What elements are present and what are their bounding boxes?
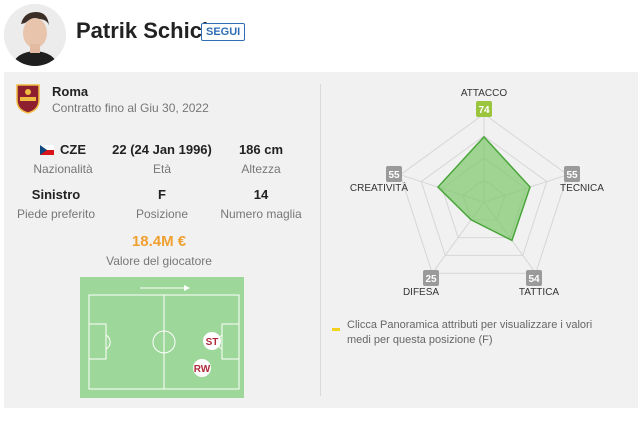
stat-nationality: CZE Nazionalità bbox=[8, 142, 118, 176]
radar-label-tecnica: TECNICA bbox=[560, 183, 604, 194]
radar-value-attacco: 74 bbox=[478, 105, 490, 116]
position-marker-rw: RW bbox=[193, 359, 211, 377]
player-name: Patrik Schick bbox=[76, 18, 215, 43]
radar-value-creativita: 55 bbox=[388, 170, 400, 181]
position-marker-st: ST bbox=[203, 332, 221, 350]
market-value-amount: 18.4M € bbox=[131, 233, 187, 250]
stat-foot: Sinistro Piede preferito bbox=[1, 187, 111, 221]
stat-position: F Posizione bbox=[107, 187, 217, 221]
height-value: 186 cm bbox=[238, 142, 284, 157]
position-label: Posizione bbox=[135, 207, 189, 221]
radar-label-difesa: DIFESA bbox=[403, 287, 439, 298]
position-pitch: ST RW bbox=[80, 277, 244, 398]
nationality-value: CZE bbox=[60, 142, 86, 157]
radar-value-tattica: 54 bbox=[528, 274, 540, 285]
player-avatar bbox=[4, 4, 66, 66]
czech-flag-icon bbox=[40, 145, 54, 155]
legend-marker bbox=[332, 328, 340, 331]
height-label: Altezza bbox=[241, 162, 281, 176]
shirt-number-label: Numero maglia bbox=[220, 207, 302, 221]
position-value: F bbox=[158, 187, 166, 202]
attributes-radar-chart: 74ATTACCO55TECNICA54TATTICA25DIFESA55CRE… bbox=[350, 88, 604, 298]
foot-value: Sinistro bbox=[31, 187, 81, 202]
age-value: 22 (24 Jan 1996) bbox=[112, 142, 212, 157]
stat-shirt-number: 14 Numero maglia bbox=[206, 187, 316, 221]
foot-label: Piede preferito bbox=[16, 207, 96, 221]
player-header: Patrik Schick SEGUI bbox=[0, 0, 638, 72]
age-label: Età bbox=[152, 162, 171, 176]
radar-label-creativita: CREATIVITÀ bbox=[350, 181, 408, 194]
position-label-st: ST bbox=[206, 337, 219, 348]
nationality-label: Nazionalità bbox=[33, 162, 93, 176]
radar-label-attacco: ATTACCO bbox=[461, 88, 508, 99]
stat-height: 186 cm Altezza bbox=[206, 142, 316, 176]
radar-value-difesa: 25 bbox=[425, 274, 437, 285]
stat-age: 22 (24 Jan 1996) Età bbox=[107, 142, 217, 176]
radar-attribute-shape bbox=[436, 135, 531, 242]
position-label-rw: RW bbox=[194, 364, 211, 375]
player-profile-panel: Roma Contratto fino al Giu 30, 2022 CZE … bbox=[4, 72, 638, 408]
club-name[interactable]: Roma bbox=[52, 84, 88, 99]
radar-value-tecnica: 55 bbox=[566, 170, 578, 181]
legend-text: Clicca Panoramica attributi per visualiz… bbox=[347, 319, 593, 346]
market-value-label: Valore del giocatore bbox=[106, 254, 212, 268]
nationality-value-wrap: CZE bbox=[8, 142, 118, 160]
shirt-number-value: 14 bbox=[253, 187, 269, 202]
radar-label-tattica: TATTICA bbox=[519, 287, 560, 298]
club-logo-icon[interactable] bbox=[16, 84, 40, 114]
panel-divider bbox=[320, 84, 321, 396]
follow-button[interactable]: SEGUI bbox=[201, 23, 246, 41]
contract-expiry: Contratto fino al Giu 30, 2022 bbox=[52, 101, 209, 115]
